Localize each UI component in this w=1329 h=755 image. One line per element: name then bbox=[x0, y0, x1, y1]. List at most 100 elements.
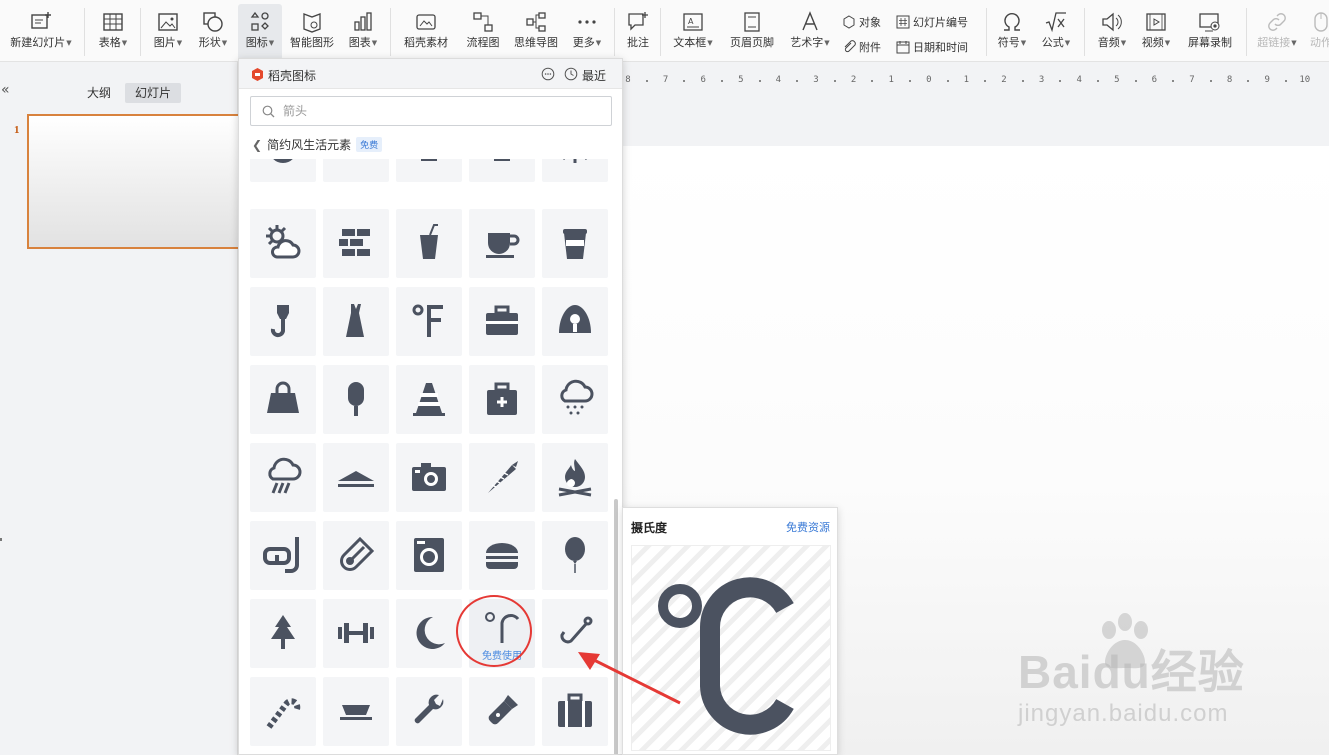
icon-tile-stopwatch[interactable] bbox=[323, 159, 389, 182]
icon-tile-pine-tree[interactable] bbox=[250, 599, 316, 668]
icon-tile-coffee-cup[interactable] bbox=[469, 209, 535, 278]
cloud-snow-icon bbox=[560, 379, 594, 415]
tab-slides[interactable]: 幻灯片 bbox=[125, 83, 182, 103]
video-button[interactable]: 视频▼ bbox=[1136, 4, 1176, 60]
icon-tile-bowling-bag[interactable] bbox=[542, 287, 608, 356]
icon-tile-tent[interactable] bbox=[323, 443, 389, 512]
ruler-tick-label: 8 bbox=[625, 75, 631, 85]
icon-tile-cloud-snow[interactable] bbox=[542, 365, 608, 434]
action-button[interactable]: 动作 bbox=[1306, 4, 1329, 60]
divider bbox=[614, 8, 615, 56]
icon-tile-sun-cloud[interactable] bbox=[250, 209, 316, 278]
icon-tile-campfire[interactable] bbox=[542, 443, 608, 512]
ruler-tick-label: 7 bbox=[662, 75, 669, 85]
collapse-pane-icon[interactable]: « bbox=[1, 82, 10, 98]
icon-tile-handbag[interactable] bbox=[250, 365, 316, 434]
tab-outline[interactable]: 大纲 bbox=[77, 83, 121, 103]
smartart-button[interactable]: 智能图形 bbox=[286, 4, 338, 60]
icon-tile-firework-rocket[interactable] bbox=[469, 443, 535, 512]
icon-tile-toolbox[interactable] bbox=[469, 287, 535, 356]
panel-scrollbar[interactable] bbox=[614, 499, 618, 754]
icon-tile-wheelbarrow[interactable] bbox=[323, 677, 389, 746]
icon-library-panel: 稻壳图标 最近 ❮ 简约风生活元素 免费 免费使用 bbox=[238, 58, 623, 755]
slide-number-button[interactable]: 幻灯片编号 bbox=[896, 12, 968, 32]
icon-tile-cloud-rain[interactable] bbox=[250, 443, 316, 512]
icon-tile-briefcase-first-aid[interactable] bbox=[469, 365, 535, 434]
omega-icon bbox=[1004, 12, 1020, 31]
picture-button[interactable]: 图片▼ bbox=[149, 4, 187, 60]
icon-tile-thermometer[interactable] bbox=[323, 521, 389, 590]
ruler-dot bbox=[1285, 80, 1287, 82]
ruler-dot bbox=[721, 80, 723, 82]
textbox-button[interactable]: A 文本框▼ bbox=[668, 4, 718, 60]
icon-tile-moon[interactable] bbox=[396, 599, 462, 668]
icon-tile-drink-cup[interactable] bbox=[396, 209, 462, 278]
category-breadcrumb[interactable]: ❮ 简约风生活元素 免费 bbox=[252, 136, 383, 153]
comment-button[interactable]: 批注 bbox=[622, 4, 654, 60]
ruler-dot bbox=[909, 80, 911, 82]
slide-number-label: 幻灯片编号 bbox=[913, 16, 968, 29]
datetime-button[interactable]: 日期和时间 bbox=[896, 37, 968, 57]
icon-button[interactable]: 图标▼ bbox=[238, 4, 282, 60]
divider bbox=[140, 8, 141, 56]
formula-button[interactable]: 公式▼ bbox=[1036, 4, 1076, 60]
wordart-button[interactable]: 艺术字▼ bbox=[784, 4, 836, 60]
ruler-dot bbox=[1059, 80, 1062, 82]
icon-tile-coffee-togo[interactable] bbox=[542, 209, 608, 278]
audio-button[interactable]: 音频▼ bbox=[1092, 4, 1132, 60]
icon-tile-timer[interactable] bbox=[250, 159, 316, 182]
icons-grid-icon bbox=[250, 11, 269, 31]
new-slide-button[interactable]: 新建幻灯片▼ bbox=[4, 4, 78, 60]
icon-tile-bricks[interactable] bbox=[323, 209, 389, 278]
free-resource-link[interactable]: 免费资源 bbox=[786, 519, 830, 535]
icon-tile-fahrenheit[interactable] bbox=[396, 287, 462, 356]
docer-material-button[interactable]: 稻壳素材 bbox=[398, 4, 454, 60]
pane-resize-handle[interactable] bbox=[0, 538, 2, 541]
icon-tile-balloon[interactable] bbox=[542, 521, 608, 590]
hyperlink-button[interactable]: 超链接▼ bbox=[1252, 4, 1302, 60]
mindmap-button[interactable]: 思维导图 bbox=[510, 4, 562, 60]
icon-tile-candy-cane[interactable] bbox=[250, 677, 316, 746]
slide-thumbnail[interactable] bbox=[27, 114, 241, 249]
icon-tile-burger[interactable] bbox=[469, 521, 535, 590]
icon-tile-goblet[interactable] bbox=[469, 159, 535, 182]
icon-tile-traffic-cone[interactable] bbox=[396, 365, 462, 434]
popsicle-icon bbox=[348, 382, 364, 416]
speaker-icon bbox=[1102, 12, 1122, 32]
more-button[interactable]: 更多▼ bbox=[566, 4, 608, 60]
icon-tile-wrench[interactable] bbox=[396, 677, 462, 746]
back-chevron-icon[interactable]: ❮ bbox=[252, 138, 262, 152]
trophy-icon bbox=[421, 159, 437, 161]
icon-tile-crane-hook[interactable] bbox=[250, 287, 316, 356]
shape-button[interactable]: 形状▼ bbox=[192, 4, 234, 60]
smartart-label: 智能图形 bbox=[290, 36, 334, 49]
flowchart-button[interactable]: 流程图 bbox=[460, 4, 506, 60]
slide-number: 1 bbox=[14, 124, 20, 136]
horizontal-ruler: 8 7 6 5 4 3 2 1 0 1 2 3 4 5 6 7 8 9 10 bbox=[622, 72, 1329, 90]
icon-tile-sun[interactable] bbox=[542, 159, 608, 182]
attachment-button[interactable]: 附件 bbox=[842, 37, 881, 57]
chart-button[interactable]: 图表▼ bbox=[343, 4, 383, 60]
icon-tile-flashlight[interactable] bbox=[469, 677, 535, 746]
icon-tile-popsicle[interactable] bbox=[323, 365, 389, 434]
traffic-cone-icon bbox=[413, 383, 445, 416]
object-button[interactable]: 对象 bbox=[842, 12, 881, 32]
recent-link[interactable]: 最近 bbox=[582, 67, 606, 84]
icon-search-input[interactable] bbox=[283, 102, 603, 120]
icon-tile-dress[interactable] bbox=[323, 287, 389, 356]
header-footer-button[interactable]: 页眉页脚 bbox=[724, 4, 780, 60]
icon-tile-dumbbell[interactable] bbox=[323, 599, 389, 668]
clock-icon[interactable] bbox=[564, 67, 578, 81]
panel-title: 稻壳图标 bbox=[268, 69, 317, 83]
preview-image: ID20117072 bbox=[631, 545, 831, 751]
chat-feedback-icon[interactable] bbox=[541, 67, 555, 81]
icon-tile-diving-mask[interactable] bbox=[250, 521, 316, 590]
screen-record-button[interactable]: 屏幕录制 bbox=[1182, 4, 1238, 60]
icon-tile-trophy[interactable] bbox=[396, 159, 462, 182]
symbol-button[interactable]: 符号▼ bbox=[992, 4, 1032, 60]
table-button[interactable]: 表格▼ bbox=[92, 4, 134, 60]
textbox-icon: A bbox=[683, 13, 703, 31]
icon-tile-camera[interactable] bbox=[396, 443, 462, 512]
icon-search-box[interactable] bbox=[250, 96, 612, 126]
icon-tile-washing-machine[interactable] bbox=[396, 521, 462, 590]
